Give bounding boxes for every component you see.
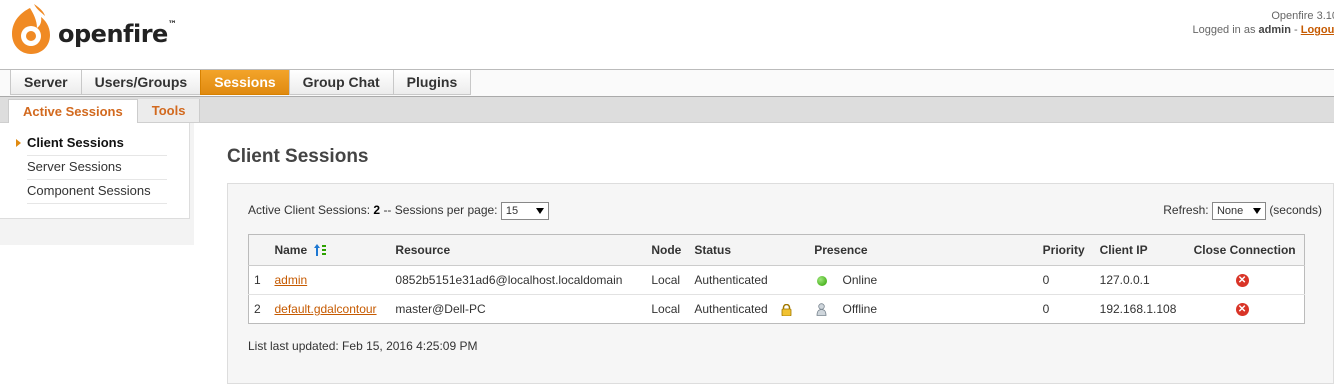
col-node: Node <box>646 234 690 266</box>
sidebar-item-component-sessions[interactable]: Component Sessions <box>27 180 167 204</box>
online-status-icon <box>817 275 828 286</box>
presence-label: Online <box>842 273 878 287</box>
sidebar-item-server-sessions[interactable]: Server Sessions <box>27 156 167 180</box>
dropdown-arrow-icon <box>535 208 544 214</box>
priority-cell: 0 <box>1037 294 1095 324</box>
session-name-link[interactable]: default.gdalcontour <box>274 302 376 316</box>
version-text: Openfire 3.10 <box>1271 10 1334 22</box>
sessions-table: Name Resource Node Status Presence Prior… <box>248 234 1305 324</box>
col-name[interactable]: Name <box>269 234 391 266</box>
active-arrow-icon <box>16 139 21 147</box>
session-count-info: Active Client Sessions: 2 -- Sessions pe… <box>248 202 549 220</box>
row-num: 2 <box>248 294 270 324</box>
node-cell: Local <box>646 265 690 295</box>
subtab-tools[interactable]: Tools <box>137 99 201 122</box>
table-header-row: Name Resource Node Status Presence Prior… <box>248 234 1305 266</box>
per-page-value: 15 <box>505 205 519 217</box>
close-connection-cell: ✕ <box>1188 265 1305 295</box>
active-sessions-count: 2 <box>373 203 381 218</box>
per-page-label: -- Sessions per page: <box>383 203 498 218</box>
sidebar-item-label: Component Sessions <box>27 183 151 198</box>
session-name-link[interactable]: admin <box>274 273 307 287</box>
resource-cell: 0852b5151e31ad6@localhost.localdomain <box>390 265 647 295</box>
col-close-connection: Close Connection <box>1188 234 1305 266</box>
refresh-label: Refresh: <box>1163 203 1209 218</box>
separator: - <box>1294 24 1298 36</box>
sidebar-item-label: Server Sessions <box>27 159 122 174</box>
tab-users-groups[interactable]: Users/Groups <box>80 70 202 95</box>
active-sessions-label: Active Client Sessions: <box>248 203 371 218</box>
col-num <box>248 234 270 266</box>
tab-sessions[interactable]: Sessions <box>200 70 290 95</box>
col-priority: Priority <box>1037 234 1095 266</box>
col-resource: Resource <box>390 234 647 266</box>
col-client-ip: Client IP <box>1094 234 1189 266</box>
refresh-select[interactable]: None <box>1211 202 1266 220</box>
dropdown-arrow-icon <box>1252 208 1261 214</box>
col-presence: Presence <box>809 234 1038 266</box>
node-cell: Local <box>646 294 690 324</box>
sidebar-item-client-sessions[interactable]: Client Sessions <box>16 132 167 156</box>
resource-cell: master@Dell-PC <box>390 294 647 324</box>
header-user-info: Openfire 3.10 Logged in as admin - Logou… <box>1192 9 1334 37</box>
app-name: openfire™ <box>58 20 177 48</box>
offline-user-icon <box>816 303 827 317</box>
presence-label: Offline <box>842 301 877 316</box>
sort-ascending-icon[interactable] <box>313 243 327 257</box>
table-row: 2 default.gdalcontour master@Dell-PC Loc… <box>248 294 1305 324</box>
logout-link[interactable]: Logout <box>1301 24 1334 36</box>
logged-in-user: admin <box>1258 24 1291 36</box>
sub-tabs: Active Sessions Tools <box>0 97 1334 123</box>
tab-server[interactable]: Server <box>10 70 82 95</box>
client-ip-cell: 127.0.0.1 <box>1094 265 1189 295</box>
lock-icon <box>781 303 792 317</box>
sidebar: Client Sessions Server Sessions Componen… <box>0 123 194 245</box>
sidebar-item-label: Client Sessions <box>27 135 124 150</box>
close-connection-cell: ✕ <box>1188 294 1305 324</box>
client-ip-cell: 192.168.1.108 <box>1094 294 1189 324</box>
last-updated-text: List last updated: Feb 15, 2016 4:25:09 … <box>248 339 478 353</box>
presence-cell: Offline <box>809 294 1038 324</box>
row-num: 1 <box>248 265 270 295</box>
subtab-active-sessions[interactable]: Active Sessions <box>8 99 138 123</box>
status-cell: Authenticated <box>689 265 810 295</box>
table-row: 1 admin 0852b5151e31ad6@localhost.locald… <box>248 265 1305 295</box>
status-cell: Authenticated <box>689 294 810 324</box>
tab-group-chat[interactable]: Group Chat <box>288 70 394 95</box>
logged-in-label: Logged in as <box>1192 24 1256 36</box>
refresh-value: None <box>1216 205 1244 217</box>
openfire-logo-icon <box>12 4 50 54</box>
header: openfire™ Openfire 3.10 Logged in as adm… <box>0 0 1334 69</box>
col-name-label: Name <box>274 242 308 257</box>
col-status: Status <box>689 234 810 266</box>
tab-plugins[interactable]: Plugins <box>392 70 472 95</box>
page-title: Client Sessions <box>227 146 369 167</box>
per-page-select[interactable]: 15 <box>500 202 549 220</box>
refresh-info: Refresh: None (seconds) <box>1163 202 1322 220</box>
refresh-suffix: (seconds) <box>1269 203 1322 218</box>
presence-cell: Online <box>809 265 1038 295</box>
close-connection-icon[interactable]: ✕ <box>1235 274 1249 288</box>
status-label: Authenticated <box>694 302 768 316</box>
priority-cell: 0 <box>1037 265 1095 295</box>
main-tabs: Server Users/Groups Sessions Group Chat … <box>0 69 1334 97</box>
close-connection-icon[interactable]: ✕ <box>1235 303 1249 317</box>
